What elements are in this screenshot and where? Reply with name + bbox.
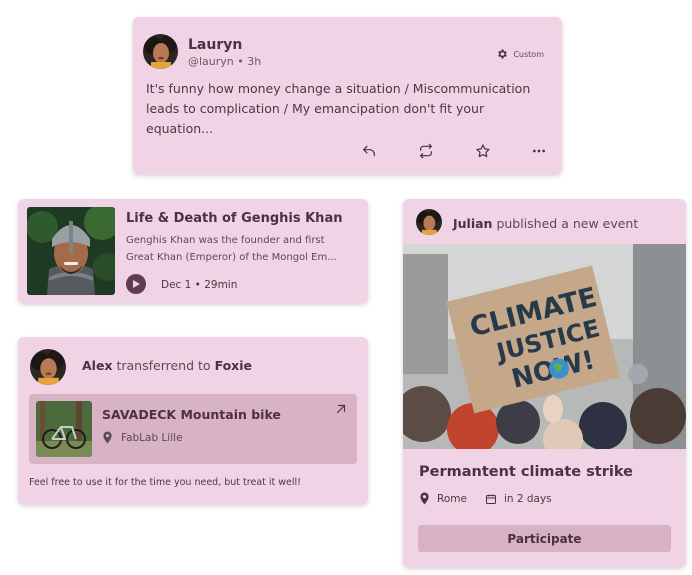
star-icon <box>476 144 490 158</box>
favorite-button[interactable] <box>473 141 493 161</box>
reply-button[interactable] <box>359 141 379 161</box>
post-author[interactable]: Lauryn <box>188 37 242 53</box>
play-icon <box>133 280 140 288</box>
event-location-label: Rome <box>437 492 467 505</box>
repost-icon <box>420 143 432 159</box>
item-location: FabLab Lille <box>102 431 183 444</box>
podcast-card: Life & Death of Genghis Khan Genghis Kha… <box>18 199 368 303</box>
event-date-label: in 2 days <box>503 492 552 505</box>
reply-icon <box>363 145 375 157</box>
more-button[interactable] <box>529 141 549 161</box>
item-name[interactable]: SAVADECK Mountain bike <box>102 407 281 422</box>
event-publisher-line: Julian published a new event <box>453 216 638 231</box>
julian-avatar[interactable] <box>416 209 442 235</box>
podcast-desc-line2: Great Khan (Emperor) of the Mongol Em... <box>126 252 337 263</box>
item-location-label: FabLab Lille <box>121 431 183 444</box>
transfer-note: Feel free to use it for the time you nee… <box>29 477 301 488</box>
repost-button[interactable] <box>416 141 436 161</box>
lauryn-avatar[interactable] <box>143 34 178 69</box>
more-icon <box>533 149 545 153</box>
podcast-meta: Dec 1 • 29min <box>161 279 238 291</box>
alex-avatar[interactable] <box>30 349 66 385</box>
event-publisher[interactable]: Julian <box>453 216 492 231</box>
transfer-card: Alex transferrend to Foxie SAVADECK Moun… <box>18 337 368 504</box>
event-card: Julian published a new event CLIMATE JUS… <box>403 199 686 567</box>
open-item-button[interactable] <box>334 401 348 415</box>
play-button[interactable] <box>126 274 146 294</box>
calendar-icon <box>485 494 496 504</box>
event-action: published a new event <box>496 216 639 231</box>
event-meta: Rome in 2 days <box>419 492 570 505</box>
custom-audience[interactable]: Custom <box>496 48 544 60</box>
custom-label: Custom <box>513 49 544 59</box>
podcast-thumbnail[interactable] <box>27 207 115 295</box>
event-location: Rome <box>419 492 467 505</box>
transfer-item[interactable]: SAVADECK Mountain bike FabLab Lille <box>29 394 357 464</box>
transfer-verb: transferrend to <box>116 358 211 373</box>
event-title[interactable]: Permantent climate strike <box>419 464 633 480</box>
podcast-title[interactable]: Life & Death of Genghis Khan <box>126 211 342 226</box>
event-date: in 2 days <box>485 493 552 505</box>
post-actions <box>133 141 562 163</box>
podcast-description: Genghis Khan was the founder and first G… <box>126 232 351 266</box>
arrow-up-right-icon <box>336 404 346 414</box>
transfer-summary: Alex transferrend to Foxie <box>82 358 252 373</box>
bike-photo <box>36 401 92 457</box>
gear-icon <box>498 49 508 59</box>
podcast-desc-line1: Genghis Khan was the founder and first <box>126 235 325 246</box>
transfer-from[interactable]: Alex <box>82 358 113 373</box>
location-pin-icon <box>103 431 112 444</box>
location-pin-icon <box>420 492 429 505</box>
post-card: Lauryn @lauryn • 3h Custom It's funny ho… <box>133 17 562 174</box>
participate-button[interactable]: Participate <box>418 525 671 552</box>
event-photo[interactable]: CLIMATE JUSTICE NOW! <box>403 244 686 449</box>
transfer-to[interactable]: Foxie <box>215 358 252 373</box>
post-handle: @lauryn • 3h <box>188 55 262 68</box>
post-body: It's funny how money change a situation … <box>146 81 531 136</box>
